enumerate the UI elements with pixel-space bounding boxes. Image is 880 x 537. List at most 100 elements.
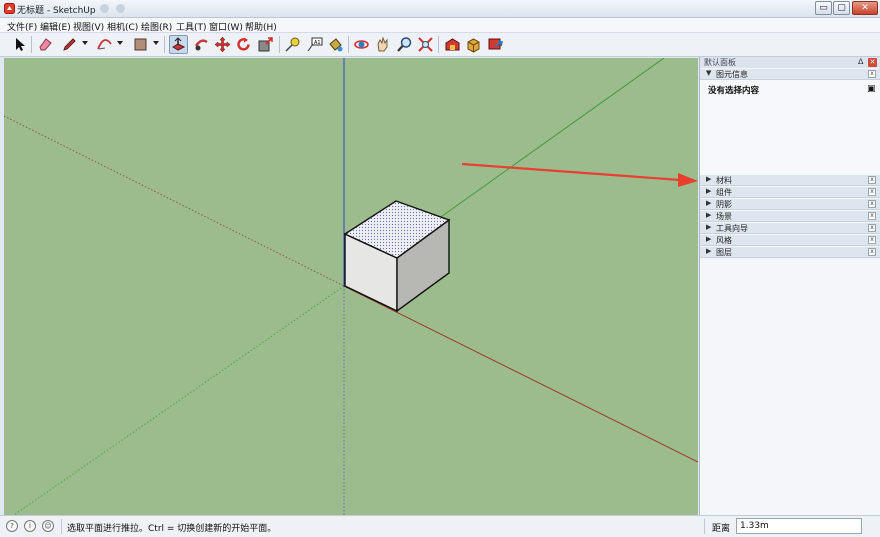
panel-scenes[interactable]: ▶ 场景 x <box>700 211 880 222</box>
red-axis <box>343 285 698 463</box>
no-selection-text: 没有选择内容 <box>708 86 760 96</box>
minimize-button[interactable]: ▭ <box>815 1 832 15</box>
collapsed-arrow-icon: ▶ <box>706 211 712 219</box>
panel-label: 图元信息 <box>716 70 748 79</box>
toolbar-separator <box>164 36 165 53</box>
panel-label: 场景 <box>716 212 732 221</box>
panel-close-button[interactable]: x <box>868 176 876 184</box>
panel-layers[interactable]: ▶ 图层 x <box>700 247 880 258</box>
toolbar-separator <box>31 36 32 53</box>
arc-icon[interactable] <box>95 35 114 54</box>
panel-close-button[interactable]: x <box>868 248 876 256</box>
panel-label: 阴影 <box>716 200 732 209</box>
rectangle-icon[interactable] <box>131 35 150 54</box>
entity-info-body: 没有选择内容 ▣ <box>700 80 880 176</box>
sketchup-logo-icon <box>4 3 15 14</box>
paint-bucket-icon[interactable] <box>326 35 345 54</box>
panel-label: 组件 <box>716 188 732 197</box>
pencil-icon[interactable] <box>60 35 79 54</box>
panel-label: 风格 <box>716 236 732 245</box>
push-pull-icon[interactable] <box>169 35 188 54</box>
menu-tools[interactable]: 工具(T) <box>176 20 207 33</box>
tray-title: 默认面板 <box>704 58 736 67</box>
green-axis-negative <box>13 285 345 515</box>
panel-components[interactable]: ▶ 组件 x <box>700 187 880 198</box>
move-icon[interactable] <box>213 35 232 54</box>
eraser-icon[interactable] <box>36 35 55 54</box>
close-button[interactable]: ✕ <box>852 1 878 15</box>
panel-close-button[interactable]: x <box>868 200 876 208</box>
components-icon[interactable] <box>464 35 483 54</box>
main-toolbar: A1 <box>0 33 880 57</box>
pencil-dropdown-icon[interactable] <box>82 41 88 45</box>
tray-title-bar: 默认面板 ᐃ ✕ <box>700 57 880 68</box>
panel-close-button[interactable]: x <box>868 236 876 244</box>
status-separator <box>704 519 705 534</box>
rotate-icon[interactable] <box>234 35 253 54</box>
modeling-viewport[interactable] <box>4 58 698 515</box>
panel-materials[interactable]: ▶ 材料 x <box>700 175 880 186</box>
collapsed-arrow-icon: ▶ <box>706 247 712 255</box>
menu-view[interactable]: 视图(V) <box>73 20 104 33</box>
red-axis-negative <box>4 115 345 287</box>
menu-bar: 文件(F) 编辑(E) 视图(V) 相机(C) 绘图(R) 工具(T) 窗口(W… <box>0 18 880 33</box>
user-icon[interactable]: ☺ <box>42 520 54 532</box>
tape-measure-icon[interactable] <box>283 35 302 54</box>
warehouse-icon[interactable] <box>443 35 462 54</box>
panel-close-button[interactable]: x <box>868 212 876 220</box>
text-icon[interactable]: A1 <box>305 35 324 54</box>
menu-file[interactable]: 文件(F) <box>7 20 37 33</box>
status-bar: ? i ☺ 选取平面进行推拉。Ctrl = 切换创建新的开始平面。 距离 1.3… <box>0 515 880 537</box>
panel-instructor[interactable]: ▶ 工具向导 x <box>700 223 880 234</box>
menu-help[interactable]: 帮助(H) <box>245 20 277 33</box>
toolbar-separator <box>438 36 439 53</box>
select-icon[interactable] <box>10 35 29 54</box>
credits-icon[interactable]: i <box>24 520 36 532</box>
title-bar: 无标题 - SketchUp ▭ ▢ ✕ <box>0 0 880 18</box>
maximize-button[interactable]: ▢ <box>833 1 850 15</box>
panel-close-button[interactable]: x <box>868 224 876 232</box>
zoom-icon[interactable] <box>395 35 414 54</box>
lock-icon[interactable]: ▣ <box>867 84 876 94</box>
collapsed-arrow-icon: ▶ <box>706 235 712 243</box>
panel-entity-info[interactable]: ▼ 图元信息 x <box>700 69 880 80</box>
scene-canvas[interactable] <box>4 58 698 515</box>
measurements-input[interactable]: 1.33m <box>736 518 862 534</box>
collapsed-arrow-icon: ▶ <box>706 187 712 195</box>
panel-close-button[interactable]: x <box>868 70 876 78</box>
panel-label: 图层 <box>716 248 732 257</box>
share-icon[interactable] <box>486 35 505 54</box>
rectangle-dropdown-icon[interactable] <box>153 41 159 45</box>
pan-icon[interactable] <box>373 35 392 54</box>
menu-draw[interactable]: 绘图(R) <box>141 20 172 33</box>
annotation-arrow <box>461 162 698 187</box>
collapsed-arrow-icon: ▶ <box>706 175 712 183</box>
panel-close-button[interactable]: x <box>868 188 876 196</box>
svg-text:A1: A1 <box>314 40 321 46</box>
arc-dropdown-icon[interactable] <box>117 41 123 45</box>
menu-camera[interactable]: 相机(C) <box>107 20 138 33</box>
scale-icon[interactable] <box>256 35 275 54</box>
pin-icon[interactable]: ᐃ <box>858 57 863 66</box>
orbit-icon[interactable] <box>352 35 371 54</box>
expanded-arrow-icon: ▼ <box>706 69 712 77</box>
panel-label: 材料 <box>716 176 732 185</box>
collapsed-arrow-icon: ▶ <box>706 199 712 207</box>
window-title: 无标题 - SketchUp <box>17 6 96 16</box>
status-hint: 选取平面进行推拉。Ctrl = 切换创建新的开始平面。 <box>67 524 277 534</box>
menu-window[interactable]: 窗口(W) <box>209 20 243 33</box>
panel-label: 工具向导 <box>716 224 748 233</box>
menu-edit[interactable]: 编辑(E) <box>40 20 71 33</box>
follow-me-icon[interactable] <box>192 35 211 54</box>
geolocation-icon[interactable]: ? <box>6 520 18 532</box>
quick-access-icon[interactable] <box>116 4 125 13</box>
toolbar-separator <box>279 36 280 53</box>
measurements-label: 距离 <box>712 524 731 534</box>
panel-styles[interactable]: ▶ 风格 x <box>700 235 880 246</box>
collapsed-arrow-icon: ▶ <box>706 223 712 231</box>
panel-shadows[interactable]: ▶ 阴影 x <box>700 199 880 210</box>
quick-access-icon[interactable] <box>100 4 109 13</box>
default-tray: 默认面板 ᐃ ✕ ▼ 图元信息 x 没有选择内容 ▣ ▶ 材料 x ▶ 组件 x… <box>699 57 880 515</box>
zoom-extents-icon[interactable] <box>416 35 435 54</box>
tray-close-button[interactable]: ✕ <box>868 58 877 67</box>
